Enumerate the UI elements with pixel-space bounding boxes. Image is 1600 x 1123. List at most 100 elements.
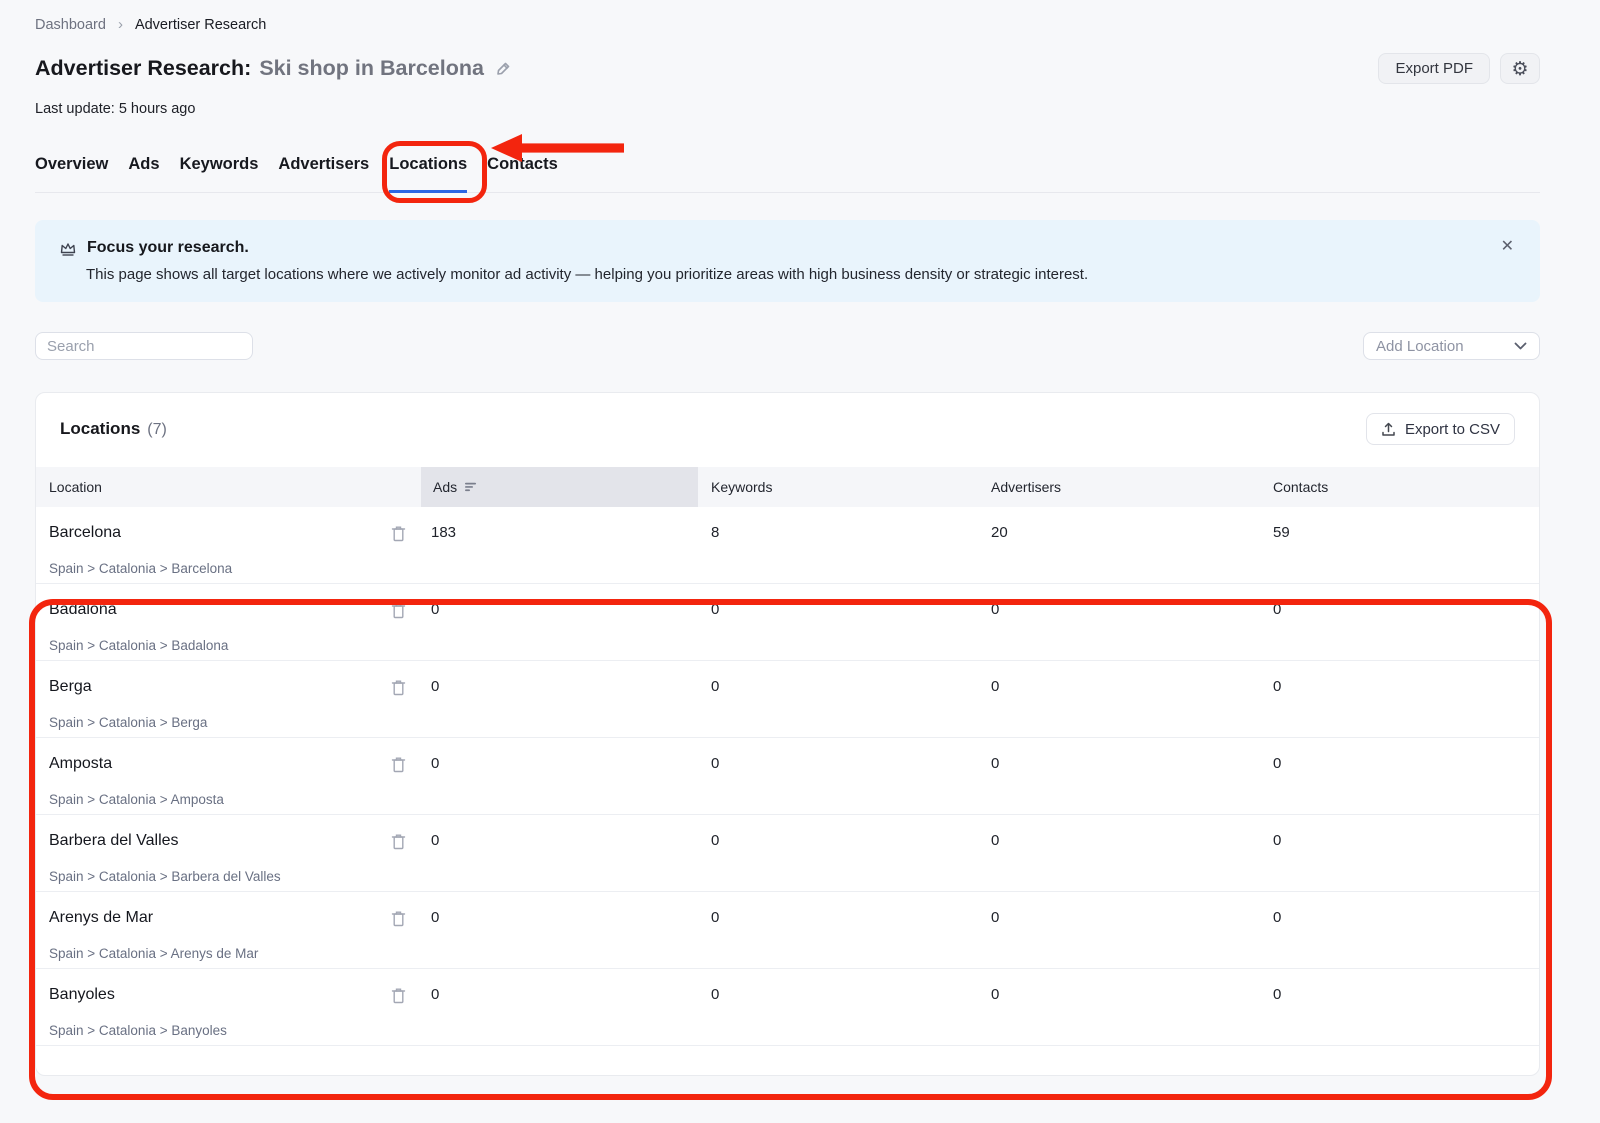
advertisers-value: 0 — [991, 601, 1273, 628]
advertisers-value: 0 — [991, 678, 1273, 705]
export-pdf-button[interactable]: Export PDF — [1378, 53, 1490, 84]
contacts-value: 0 — [1273, 986, 1539, 1013]
contacts-value: 0 — [1273, 678, 1539, 705]
advertisers-value: 0 — [991, 755, 1273, 782]
table-row: Arenys de Mar 0 0 0 0 Spain > Catalonia … — [36, 892, 1539, 969]
tab-overview[interactable]: Overview — [35, 155, 108, 193]
column-header-ads[interactable]: Ads — [421, 467, 698, 507]
contacts-value: 0 — [1273, 909, 1539, 936]
table-body: Barcelona 183 8 20 59 Spain > Catalonia … — [36, 507, 1539, 1046]
location-path: Spain > Catalonia > Amposta — [49, 792, 1539, 815]
add-location-label: Add Location — [1376, 338, 1464, 355]
location-path: Spain > Catalonia > Banyoles — [49, 1023, 1539, 1046]
add-location-dropdown[interactable]: Add Location — [1363, 332, 1540, 360]
locations-card: Locations (7) Export to CSV Location Ads… — [35, 392, 1540, 1076]
delete-location-button[interactable] — [391, 910, 406, 928]
table-row: Banyoles 0 0 0 0 Spain > Catalonia > Ban… — [36, 969, 1539, 1046]
trash-icon — [391, 756, 406, 773]
location-name: Amposta — [49, 755, 112, 772]
gear-icon: ⚙ — [1511, 58, 1528, 80]
location-path: Spain > Catalonia > Berga — [49, 715, 1539, 738]
delete-location-button[interactable] — [391, 833, 406, 851]
pencil-icon — [494, 59, 513, 78]
keywords-value: 0 — [711, 755, 991, 782]
table-bottom-spacer — [36, 1046, 1539, 1076]
panel-title: Locations — [60, 419, 140, 439]
banner-close-button[interactable]: ✕ — [1501, 236, 1514, 255]
tabs: Overview Ads Keywords Advertisers Locations C… — [35, 155, 1540, 193]
location-name: Barcelona — [49, 524, 121, 541]
contacts-value: 0 — [1273, 601, 1539, 628]
column-header-keywords[interactable]: Keywords — [698, 467, 991, 507]
trash-icon — [391, 833, 406, 850]
page: Dashboard › Advertiser Research Advertis… — [0, 0, 1600, 1076]
settings-button[interactable]: ⚙ — [1500, 53, 1540, 84]
export-csv-button[interactable]: Export to CSV — [1366, 413, 1515, 445]
column-header-contacts[interactable]: Contacts — [1273, 467, 1539, 507]
tab-ads[interactable]: Ads — [128, 155, 159, 193]
contacts-value: 0 — [1273, 755, 1539, 782]
banner-title: Focus your research. — [87, 239, 249, 257]
panel-count: (7) — [147, 421, 167, 439]
ads-value: 183 — [431, 524, 711, 551]
title-row: Advertiser Research: Ski shop in Barcelo… — [35, 53, 1540, 84]
location-name: Berga — [49, 678, 92, 695]
location-name: Banyoles — [49, 986, 115, 1003]
breadcrumb: Dashboard › Advertiser Research — [35, 16, 1540, 33]
delete-location-button[interactable] — [391, 756, 406, 774]
tab-locations[interactable]: Locations — [389, 155, 467, 193]
keywords-value: 0 — [711, 986, 991, 1013]
trash-icon — [391, 525, 406, 542]
keywords-value: 0 — [711, 832, 991, 859]
breadcrumb-current: Advertiser Research — [135, 17, 266, 33]
ads-value: 0 — [431, 678, 711, 705]
delete-location-button[interactable] — [391, 525, 406, 543]
keywords-value: 0 — [711, 909, 991, 936]
panel-header: Locations (7) Export to CSV — [36, 407, 1539, 451]
delete-location-button[interactable] — [391, 987, 406, 1005]
advertisers-value: 0 — [991, 909, 1273, 936]
page-title: Advertiser Research: — [35, 56, 251, 81]
column-header-location[interactable]: Location — [36, 467, 421, 507]
advertisers-value: 0 — [991, 986, 1273, 1013]
keywords-value: 0 — [711, 678, 991, 705]
location-name: Barbera del Valles — [49, 832, 179, 849]
location-path: Spain > Catalonia > Barcelona — [49, 561, 1539, 584]
controls-row: Add Location — [35, 332, 1540, 360]
ads-value: 0 — [431, 986, 711, 1013]
tab-advertisers[interactable]: Advertisers — [278, 155, 369, 193]
keywords-value: 0 — [711, 601, 991, 628]
crown-icon — [59, 240, 77, 257]
info-banner: Focus your research. This page shows all… — [35, 220, 1540, 302]
chevron-down-icon — [1514, 342, 1527, 350]
location-name: Arenys de Mar — [49, 909, 153, 926]
sort-descending-icon — [465, 482, 478, 492]
breadcrumb-dashboard[interactable]: Dashboard — [35, 17, 106, 33]
keywords-value: 8 — [711, 524, 991, 551]
advertisers-value: 0 — [991, 832, 1273, 859]
search-input[interactable] — [35, 332, 253, 360]
edit-title-button[interactable] — [494, 59, 513, 78]
column-header-advertisers[interactable]: Advertisers — [991, 467, 1273, 507]
upload-icon — [1381, 422, 1396, 437]
trash-icon — [391, 987, 406, 1004]
trash-icon — [391, 910, 406, 927]
delete-location-button[interactable] — [391, 602, 406, 620]
tab-keywords[interactable]: Keywords — [180, 155, 259, 193]
last-update: Last update: 5 hours ago — [35, 101, 1540, 117]
ads-value: 0 — [431, 909, 711, 936]
table-header: Location Ads Keywords Advertisers Contac… — [36, 467, 1539, 507]
breadcrumb-separator-icon: › — [118, 16, 123, 33]
delete-location-button[interactable] — [391, 679, 406, 697]
export-csv-label: Export to CSV — [1405, 421, 1500, 438]
advertisers-value: 20 — [991, 524, 1273, 551]
ads-value: 0 — [431, 832, 711, 859]
table-row: Barbera del Valles 0 0 0 0 Spain > Catal… — [36, 815, 1539, 892]
ads-value: 0 — [431, 755, 711, 782]
location-name: Badalona — [49, 601, 117, 618]
contacts-value: 59 — [1273, 524, 1539, 551]
location-path: Spain > Catalonia > Badalona — [49, 638, 1539, 661]
location-path: Spain > Catalonia > Barbera del Valles — [49, 869, 1539, 892]
tab-contacts[interactable]: Contacts — [487, 155, 558, 193]
close-icon: ✕ — [1501, 236, 1514, 255]
